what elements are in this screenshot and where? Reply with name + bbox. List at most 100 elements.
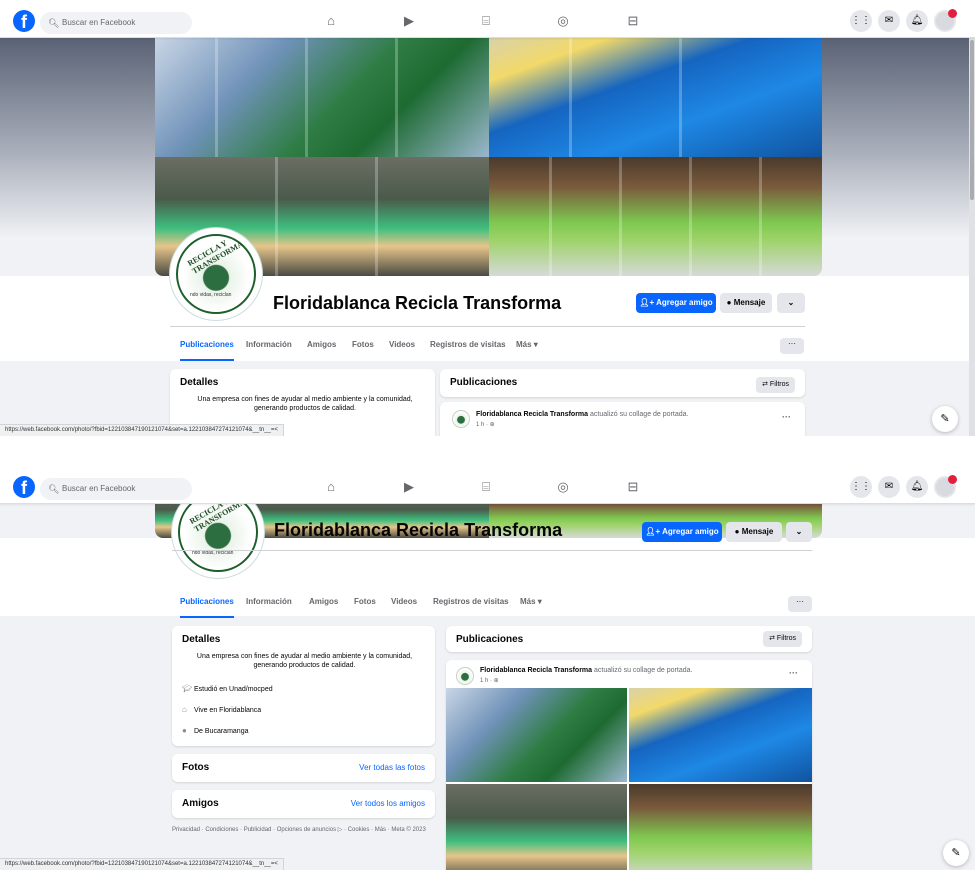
more-options-button[interactable]: ··· <box>788 596 812 612</box>
account-icon[interactable] <box>934 475 957 498</box>
marketplace-icon[interactable]: ⌸ <box>475 10 497 32</box>
add-friend-icon: 👤︎+ <box>645 527 663 536</box>
detail-lives-in-text: Vive en Floridablanca <box>194 707 262 714</box>
add-friend-label: Agregar amigo <box>656 298 713 307</box>
profile-options-dropdown[interactable]: ⌄ <box>786 522 812 542</box>
messenger-icon[interactable]: ✉ <box>878 476 900 498</box>
notification-dot <box>948 475 957 484</box>
tab-fotos[interactable]: Fotos <box>354 588 376 616</box>
details-card: Detalles Una empresa con fines de ayudar… <box>172 626 435 746</box>
see-all-friends-link[interactable]: Ver todos los amigos <box>351 799 425 808</box>
link-status-bar: https://web.facebook.com/photo/?fbid=122… <box>0 424 284 436</box>
message-button[interactable]: ● Mensaje <box>720 293 772 313</box>
tab-fotos[interactable]: Fotos <box>352 331 374 359</box>
search-input[interactable]: 🔍︎ Buscar en Facebook <box>40 12 192 34</box>
notifications-icon[interactable]: 🔔︎ <box>906 10 928 32</box>
home-icon[interactable]: ⌂ <box>320 476 342 498</box>
profile-logo-text: RECICLA Y TRANSFORMA <box>186 238 245 276</box>
tab-mas[interactable]: Más ▾ <box>516 331 538 359</box>
facebook-logo-icon[interactable]: f <box>13 10 35 32</box>
menu-grid-icon[interactable]: ⋮⋮ <box>850 476 872 498</box>
video-icon[interactable]: ▶ <box>398 476 420 498</box>
page-title: Floridablanca Recicla Transforma <box>273 293 562 313</box>
post-header-text: Floridablanca Recicla Transforma actuali… <box>476 411 688 418</box>
add-friend-button[interactable]: 👤︎+ Agregar amigo <box>636 293 716 313</box>
menu-grid-icon[interactable]: ⋮⋮ <box>850 10 872 32</box>
screenshot-top: f 🔍︎ Buscar en Facebook ⌂ ▶ ⌸ ◎ ⊟ ⋮⋮ ✉ 🔔… <box>0 0 975 436</box>
post-header-text: Floridablanca Recicla Transforma actuali… <box>480 667 692 674</box>
profile-options-dropdown[interactable]: ⌄ <box>777 293 805 313</box>
tab-amigos[interactable]: Amigos <box>307 331 336 359</box>
post-menu-button[interactable]: ··· <box>789 668 798 678</box>
compose-message-button[interactable]: ✎ <box>943 840 969 866</box>
search-icon: 🔍︎ <box>48 484 60 494</box>
cover-photo-collage[interactable] <box>155 38 822 276</box>
gaming-icon[interactable]: ⊟ <box>622 10 644 32</box>
post-author-link[interactable]: Floridablanca Recicla Transforma <box>476 411 588 418</box>
messenger-icon[interactable]: ✉ <box>878 10 900 32</box>
tab-mas[interactable]: Más ▾ <box>520 588 542 616</box>
search-input[interactable]: 🔍︎ Buscar en Facebook <box>40 478 192 500</box>
scrollbar[interactable] <box>969 38 975 436</box>
link-status-bar: https://web.facebook.com/photo/?fbid=122… <box>0 858 284 870</box>
tab-registros-de-visitas[interactable]: Registros de visitas <box>433 588 509 616</box>
tab-informacion[interactable]: Información <box>246 588 292 616</box>
groups-icon[interactable]: ◎ <box>552 10 574 32</box>
tab-videos[interactable]: Videos <box>391 588 417 616</box>
post-author-avatar[interactable] <box>456 667 474 685</box>
filters-button[interactable]: ⇄ Filtros <box>763 631 802 647</box>
search-placeholder: Buscar en Facebook <box>62 484 136 493</box>
tab-registros-de-visitas[interactable]: Registros de visitas <box>430 331 506 359</box>
footer-links[interactable]: Privacidad · Condiciones · Publicidad · … <box>172 826 435 834</box>
gaming-icon[interactable]: ⊟ <box>622 476 644 498</box>
tab-publicaciones[interactable]: Publicaciones <box>180 588 234 618</box>
tab-publicaciones[interactable]: Publicaciones <box>180 331 234 361</box>
detail-from-text: De Bucaramanga <box>194 728 249 735</box>
video-icon[interactable]: ▶ <box>398 10 420 32</box>
post-collage-image[interactable] <box>446 688 812 870</box>
compose-message-button[interactable]: ✎ <box>932 406 958 432</box>
posts-title: Publicaciones <box>450 377 518 388</box>
page-title: Floridablanca Recicla Transforma <box>274 520 563 540</box>
post-author-avatar[interactable] <box>452 410 470 428</box>
posts-header-card: Publicaciones ⇄ Filtros <box>440 369 805 397</box>
graduation-cap-icon: 🎓︎ <box>182 684 193 693</box>
post-timestamp[interactable]: 1 h · ⊕ <box>480 677 499 684</box>
edit-icon: ✎ <box>951 847 961 859</box>
post-card: Floridablanca Recicla Transforma actuali… <box>440 402 805 436</box>
tab-videos[interactable]: Videos <box>389 331 415 359</box>
detail-education: 🎓︎ Estudió en Unad/mocped <box>182 684 273 693</box>
groups-icon[interactable]: ◎ <box>552 476 574 498</box>
post-author-link[interactable]: Floridablanca Recicla Transforma <box>480 667 592 674</box>
cover-backdrop-right <box>820 38 975 238</box>
more-options-button[interactable]: ··· <box>780 338 804 354</box>
see-all-photos-link[interactable]: Ver todas las fotos <box>359 763 425 772</box>
profile-tabs: Publicaciones Información Amigos Fotos V… <box>180 588 580 618</box>
marketplace-icon[interactable]: ⌸ <box>475 476 497 498</box>
header-divider <box>170 326 805 327</box>
message-button[interactable]: ● Mensaje <box>726 522 782 542</box>
details-description: Una empresa con fines de ayudar al medio… <box>196 653 413 669</box>
main-nav: ⌂ ▶ ⌸ ◎ ⊟ <box>320 476 650 502</box>
collage-photo-bottles <box>446 688 629 784</box>
tab-informacion[interactable]: Información <box>246 331 292 359</box>
scrollbar-thumb[interactable] <box>970 40 974 200</box>
messenger-icon: ● <box>726 298 734 307</box>
home-icon[interactable]: ⌂ <box>320 10 342 32</box>
post-menu-button[interactable]: ··· <box>782 412 791 422</box>
filters-button[interactable]: ⇄ Filtros <box>756 377 795 393</box>
post-timestamp[interactable]: 1 h · ⊕ <box>476 421 495 428</box>
facebook-logo-icon[interactable]: f <box>13 476 35 498</box>
account-icon[interactable] <box>934 9 957 32</box>
profile-picture[interactable]: RECICLA Y TRANSFORMA ndo vidas, reciclan <box>170 228 262 320</box>
add-friend-button[interactable]: 👤︎+ Agregar amigo <box>642 522 722 542</box>
top-navigation-bar: f 🔍︎ Buscar en Facebook ⌂ ▶ ⌸ ◎ ⊟ ⋮⋮ ✉ 🔔… <box>0 0 975 38</box>
profile-logo: RECICLA Y TRANSFORMA ndo vidas, reciclan <box>176 234 256 314</box>
account-controls: ⋮⋮ ✉ 🔔︎ <box>850 9 960 34</box>
post-action: actualizó su collage de portada. <box>588 411 689 418</box>
message-label: Mensaje <box>733 298 766 307</box>
notifications-icon[interactable]: 🔔︎ <box>906 476 928 498</box>
edit-icon: ✎ <box>940 413 950 425</box>
profile-logo: RECICLA Y TRANSFORMA ndo vidas, reciclan <box>178 492 258 572</box>
tab-amigos[interactable]: Amigos <box>309 588 338 616</box>
